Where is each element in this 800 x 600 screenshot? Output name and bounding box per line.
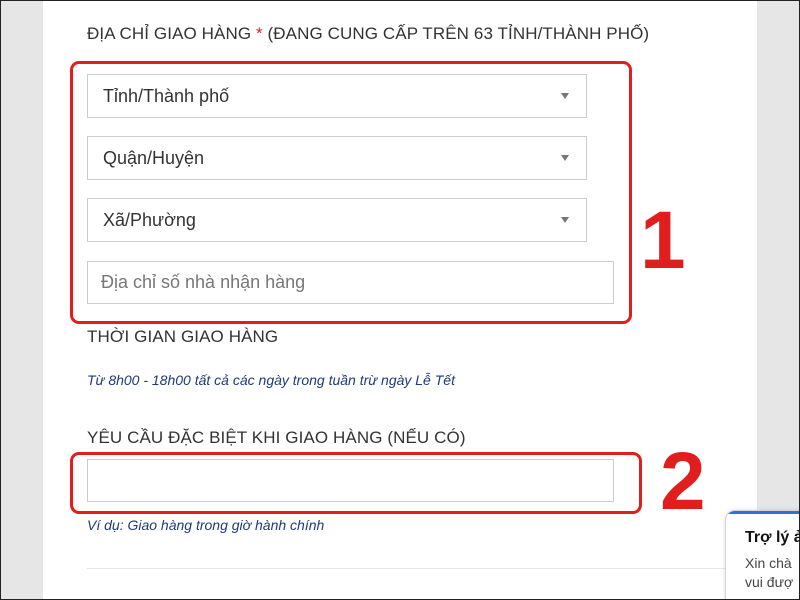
delivery-time-hint: Từ 8h00 - 18h00 tất cả các ngày trong tu… [87, 372, 455, 388]
special-request-label: YÊU CẦU ĐẶC BIỆT KHI GIAO HÀNG (NẾU CÓ) [87, 428, 466, 447]
step-number-1: 1 [640, 195, 686, 286]
delivery-time-label: THỜI GIAN GIAO HÀNG [87, 327, 279, 346]
ward-select-value: Xã/Phường [103, 209, 196, 230]
district-select-value: Quận/Huyện [103, 147, 205, 168]
step-number-2: 2 [660, 436, 706, 527]
caret-down-icon [561, 217, 569, 223]
caret-down-icon [561, 93, 569, 99]
chat-widget-line-1: Xin chà [745, 555, 792, 571]
chat-accent-bar [726, 511, 800, 514]
province-select[interactable]: Tỉnh/Thành phố [87, 74, 587, 118]
divider [87, 568, 727, 569]
chat-widget-title: Trợ lý ả [745, 529, 800, 546]
left-gutter [0, 0, 43, 600]
required-marker: * [256, 24, 263, 43]
address-label-text: ĐỊA CHỈ GIAO HÀNG [87, 24, 252, 43]
chat-widget-line-2: vui đượ [745, 574, 794, 590]
chat-assistant-widget[interactable]: Trợ lý ả Xin chà vui đượ [725, 510, 800, 600]
caret-down-icon [561, 155, 569, 161]
province-select-value: Tỉnh/Thành phố [103, 85, 230, 106]
street-address-input[interactable] [87, 261, 614, 304]
special-request-hint: Ví dụ: Giao hàng trong giờ hành chính [87, 517, 325, 533]
address-section-label: ĐỊA CHỈ GIAO HÀNG * (ĐANG CUNG CẤP TRÊN … [87, 24, 649, 44]
district-select[interactable]: Quận/Huyện [87, 136, 587, 180]
ward-select[interactable]: Xã/Phường [87, 198, 587, 242]
address-coverage-note: (ĐANG CUNG CẤP TRÊN 63 TỈNH/THÀNH PHỐ) [267, 24, 650, 43]
special-request-input[interactable] [87, 459, 614, 502]
